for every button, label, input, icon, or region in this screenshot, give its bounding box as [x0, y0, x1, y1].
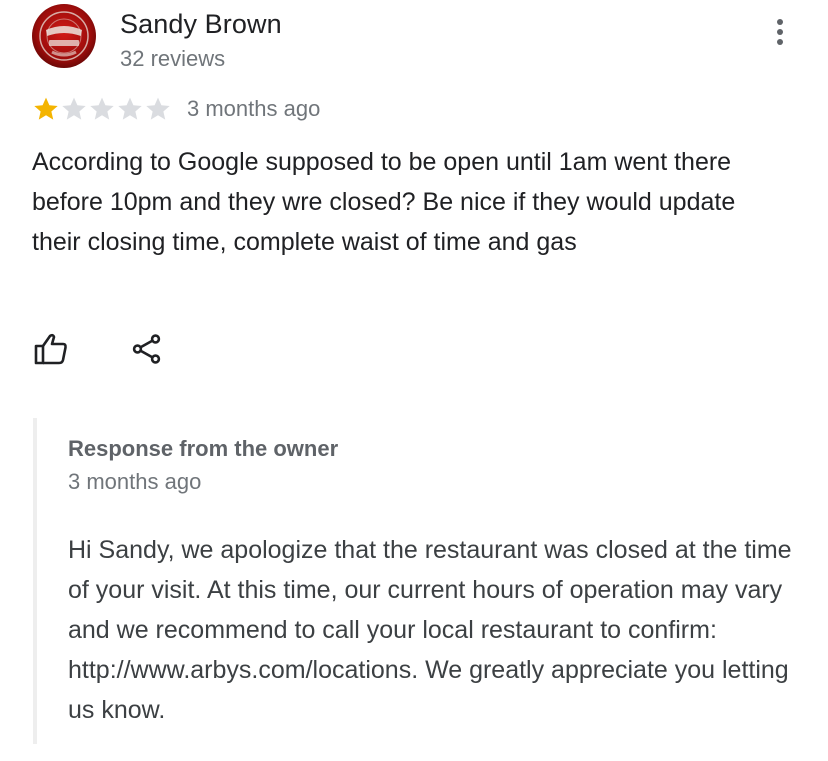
rating-row: 3 months ago	[32, 94, 320, 124]
owner-response-text: Hi Sandy, we apologize that the restaura…	[68, 536, 792, 724]
like-button[interactable]	[32, 330, 70, 368]
star-empty-icon	[88, 95, 116, 123]
star-rating	[32, 95, 172, 123]
more-options-button[interactable]	[762, 12, 798, 52]
reviewer-name[interactable]: Sandy Brown	[120, 8, 282, 40]
reviewer-avatar[interactable]	[32, 4, 96, 68]
star-empty-icon	[60, 95, 88, 123]
ohio-state-logo-avatar	[32, 4, 96, 68]
review-time: 3 months ago	[187, 96, 321, 121]
more-vert-icon	[777, 19, 783, 25]
star-empty-icon	[116, 95, 144, 123]
share-icon	[132, 334, 161, 364]
star-empty-icon	[144, 95, 172, 123]
owner-response-time: 3 months ago	[68, 469, 202, 494]
review-count[interactable]: 32 reviews	[120, 45, 225, 73]
review-text: According to Google supposed to be open …	[32, 148, 736, 256]
review-actions	[32, 330, 166, 368]
star-filled-icon	[32, 95, 60, 123]
share-button[interactable]	[128, 330, 166, 368]
thumbs-up-icon	[34, 333, 67, 365]
owner-response: Response from the owner 3 months ago Hi …	[33, 418, 797, 744]
owner-response-title: Response from the owner	[68, 436, 339, 461]
